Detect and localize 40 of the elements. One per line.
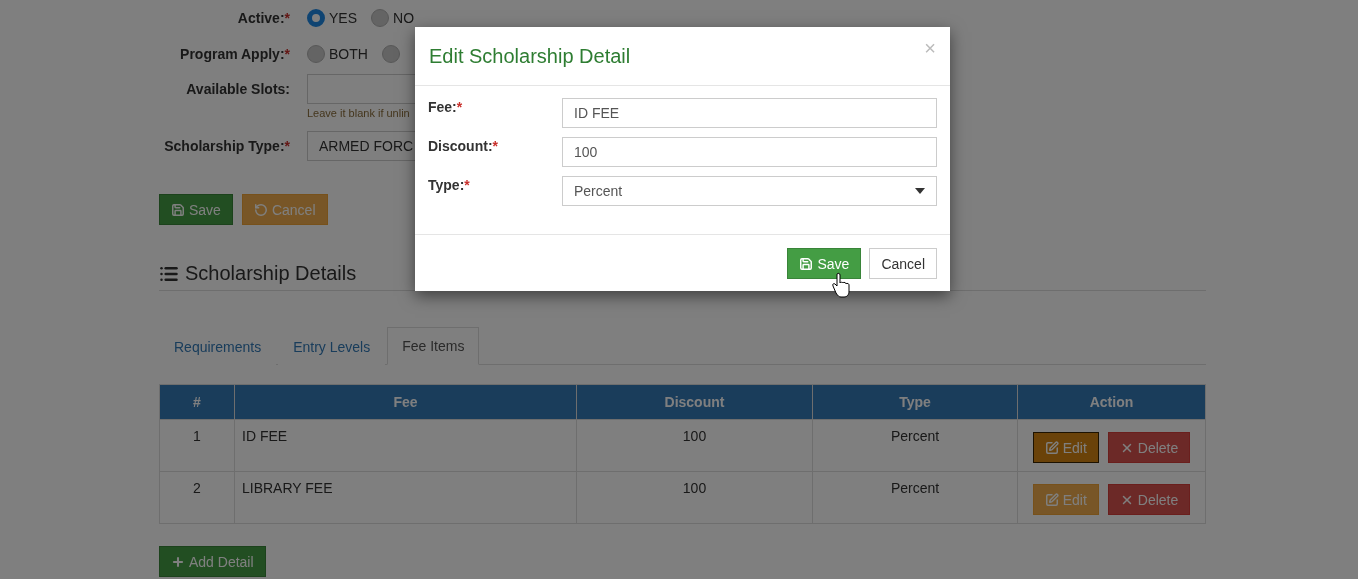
column-header: Discount <box>576 384 813 420</box>
select-field[interactable]: Percent <box>562 176 937 206</box>
column-header: Type <box>812 384 1018 420</box>
input-field[interactable]: 100 <box>562 137 937 167</box>
section-title: Scholarship Details <box>185 262 357 285</box>
table-cell: Percent <box>812 471 1018 524</box>
column-header: # <box>159 384 235 420</box>
modal-title: Edit Scholarship Detail <box>429 44 631 68</box>
help-text: Leave it blank if unlin <box>307 107 410 119</box>
radio-label: YES <box>329 10 357 26</box>
table-cell: 2 <box>159 471 235 524</box>
input-field[interactable]: ID FEE <box>562 98 937 128</box>
table-cell: 100 <box>576 471 813 524</box>
table-cell: Percent <box>812 419 1018 472</box>
radio-label: BOTH <box>329 46 368 62</box>
tab[interactable]: Fee Items <box>387 327 480 365</box>
column-header: Action <box>1017 384 1206 420</box>
field-label: Program Apply:* <box>179 46 290 62</box>
save-button[interactable]: Save <box>159 194 233 225</box>
delete-button[interactable]: Delete <box>1107 432 1191 463</box>
field-label: Discount:* <box>428 137 499 154</box>
table-cell: LIBRARY FEE <box>234 471 577 524</box>
field-label: Fee:* <box>428 98 464 115</box>
cancel-button[interactable]: Cancel <box>241 194 328 225</box>
table-cell: 1 <box>159 419 235 472</box>
column-header: Fee <box>234 384 577 420</box>
table-cell: ID FEE <box>234 419 577 472</box>
radio-label: NO <box>393 10 414 26</box>
field-label: Active:* <box>236 10 290 26</box>
table-cell: 100 <box>576 419 813 472</box>
save-button[interactable]: Save <box>787 248 862 279</box>
delete-button[interactable]: Delete <box>1107 484 1191 515</box>
field-label: Type:* <box>428 176 471 193</box>
edit-button[interactable]: Edit <box>1032 484 1099 515</box>
cancel-button[interactable]: Cancel <box>869 248 937 279</box>
field-label: Scholarship Type:* <box>163 138 290 154</box>
field-label: Available Slots: <box>185 80 290 97</box>
edit-button[interactable]: Edit <box>1032 432 1099 463</box>
close-button[interactable]: × <box>924 37 936 60</box>
add-detail-button[interactable]: Add Detail <box>159 546 266 577</box>
